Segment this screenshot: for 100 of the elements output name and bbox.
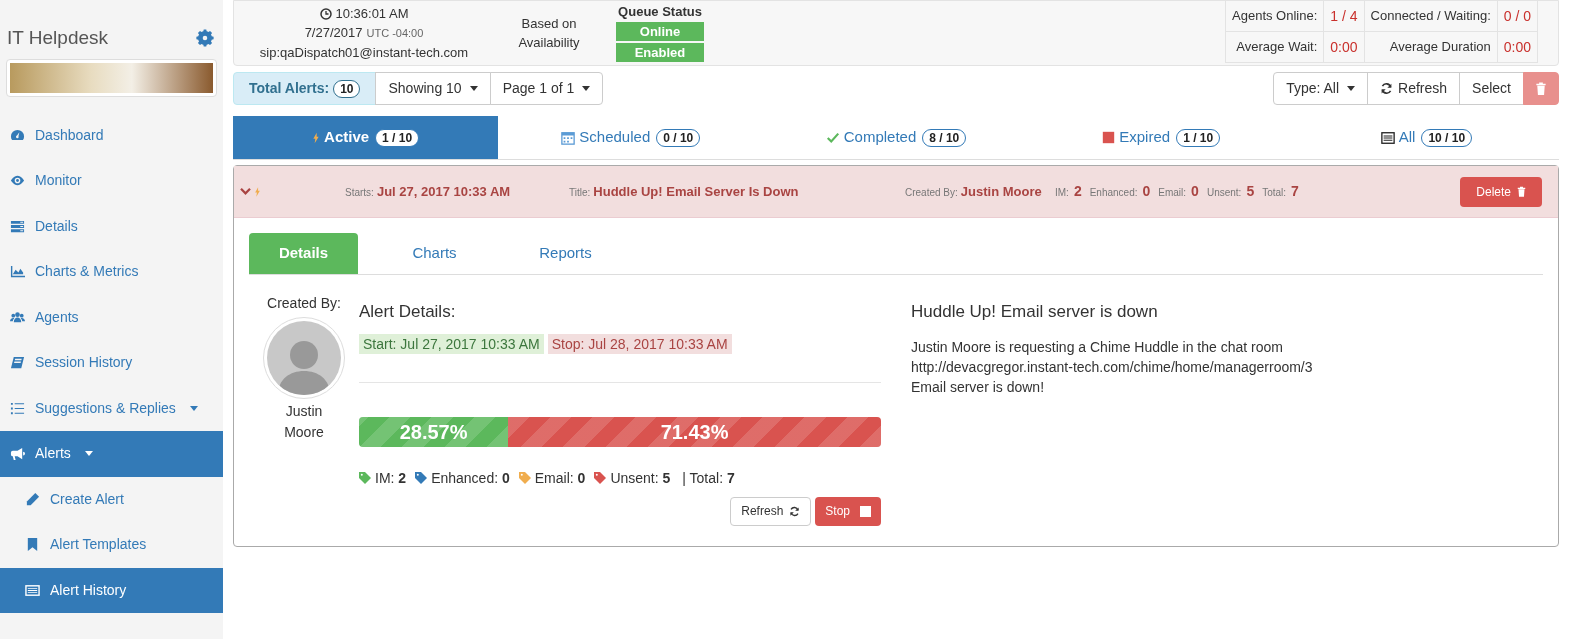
filter-tab[interactable]: Active 1 / 10 xyxy=(233,116,499,159)
list-icon xyxy=(1380,130,1395,145)
settings-icon xyxy=(194,27,216,50)
count-label: Unsent: xyxy=(1206,186,1242,200)
count-value: 0 xyxy=(1191,182,1199,201)
page-size-dropdown[interactable]: Showing 10 xyxy=(375,72,491,105)
legend-text: IM: 2 xyxy=(375,468,407,488)
timezone-text: UTC -04:00 xyxy=(366,26,424,41)
dashboard-icon xyxy=(10,127,25,143)
total-alerts-label: Total Alerts: 10 xyxy=(233,72,377,105)
creator-name: Justin Moore xyxy=(960,182,1042,201)
count-badge: 8 / 10 xyxy=(922,128,967,147)
book-icon xyxy=(10,355,25,371)
square-icon xyxy=(1102,131,1116,144)
message-line: Email server is down! xyxy=(911,377,1046,397)
stat-label: Average Duration xyxy=(1364,32,1498,63)
count-value: 7 xyxy=(1291,182,1299,201)
start-date-label: Starts: xyxy=(345,185,374,200)
progress-segment: 71.43% xyxy=(508,416,881,447)
stat-label: Connected / Waiting: xyxy=(1364,1,1498,32)
megaphone-icon xyxy=(10,446,25,462)
calendar-icon xyxy=(561,130,576,145)
sidebar-item[interactable]: Dashboard xyxy=(0,112,223,158)
count-value: 0 xyxy=(1142,182,1151,201)
creator-name: Justin Moore xyxy=(283,402,325,442)
start-date-label: Start: Jul 27, 2017 10:33 AM xyxy=(359,333,544,354)
filter-tab[interactable]: Completed 8 / 10 xyxy=(763,116,1029,159)
refresh-icon xyxy=(789,505,801,517)
square-icon xyxy=(860,505,871,517)
status-badge: Enabled xyxy=(616,43,704,62)
trash-icon xyxy=(1517,186,1526,197)
sidebar-item[interactable]: Details xyxy=(0,203,223,249)
filter-tab[interactable]: All 10 / 10 xyxy=(1293,116,1559,159)
count-badge: 1 / 10 xyxy=(1176,128,1221,147)
refresh-icon xyxy=(1380,82,1394,95)
table-icon xyxy=(25,582,40,598)
total-text: | Total: 7 xyxy=(682,468,735,488)
stop-button[interactable]: Stop xyxy=(815,496,881,526)
caret-icon xyxy=(1347,86,1356,91)
message-line: Justin Moore is requesting a Chime Huddle in the chat room xyxy=(911,337,1284,357)
count-badge: 1 / 10 xyxy=(375,128,420,147)
legend-text: Enhanced: 0 xyxy=(431,468,510,488)
detail-tab[interactable]: Charts xyxy=(380,233,489,274)
refresh-button[interactable]: Refresh xyxy=(1367,72,1461,105)
refresh-button[interactable]: Refresh xyxy=(730,496,812,526)
users-icon xyxy=(10,309,25,325)
filter-tab[interactable]: Expired 1 / 10 xyxy=(1028,116,1294,159)
date-text: 7/27/2017 xyxy=(304,24,363,42)
sidebar-item[interactable]: Alert History xyxy=(0,567,223,613)
bookmark-icon xyxy=(25,537,40,553)
count-value: 5 xyxy=(1246,182,1255,201)
section-title: Alert Details: xyxy=(359,301,457,323)
count-label: IM: xyxy=(1055,186,1069,200)
message-title: Huddle Up! Email server is down xyxy=(911,301,1159,323)
status-badge: Online xyxy=(616,22,704,41)
bolt-icon xyxy=(312,130,321,145)
count-badge: 0 / 10 xyxy=(656,128,701,147)
sidebar-item[interactable]: Session History xyxy=(0,340,223,386)
caret-icon xyxy=(582,86,591,91)
count-label: Total: xyxy=(1262,186,1287,200)
alert-title: Huddle Up! Email Server Is Down xyxy=(593,182,799,201)
stat-value: 0 / 0 xyxy=(1497,1,1538,32)
count-badge: 10 xyxy=(333,79,361,98)
detail-tab[interactable]: Details xyxy=(249,233,358,274)
pencil-icon xyxy=(25,491,40,507)
stat-label: Agents Online: xyxy=(1226,1,1325,32)
stat-value: 1 / 4 xyxy=(1324,1,1365,32)
count-label: Enhanced: xyxy=(1089,186,1138,200)
sip-address: sip:qaDispatch01@instant-tech.com xyxy=(259,44,469,62)
app-title: IT Helpdesk xyxy=(7,26,109,50)
trash-icon xyxy=(1535,82,1547,95)
page-dropdown[interactable]: Page 1 of 1 xyxy=(489,72,604,105)
alert-title-label: Title: xyxy=(569,185,591,200)
sidebar-item[interactable]: Create Alert xyxy=(0,476,223,522)
legend-text: Email: 0 xyxy=(534,468,586,488)
stat-label: Average Wait: xyxy=(1226,32,1325,63)
filter-tab[interactable]: Scheduled 0 / 10 xyxy=(498,116,764,159)
routing-text: Based on Availability xyxy=(517,15,581,52)
count-badge: 10 / 10 xyxy=(1421,128,1473,147)
time-text: 10:36:01 AM xyxy=(335,5,409,23)
stat-value: 0:00 xyxy=(1497,32,1538,63)
creator-name-label: Created By: xyxy=(905,185,958,200)
start-date: Jul 27, 2017 10:33 AM xyxy=(376,182,511,201)
check-icon xyxy=(825,130,840,145)
message-line: http://devacgregor.instant-tech.com/chime/home/managerroom/3 xyxy=(911,357,1314,377)
list-icon xyxy=(10,218,25,234)
stop-date-label: Stop: Jul 28, 2017 10:33 AM xyxy=(547,333,732,354)
delete-button[interactable]: Delete xyxy=(1460,176,1542,207)
detail-tab[interactable]: Reports xyxy=(511,233,620,274)
sidebar-item[interactable]: Agents xyxy=(0,294,223,340)
select-button[interactable]: Select xyxy=(1459,72,1524,105)
sidebar-item[interactable]: Monitor xyxy=(0,158,223,204)
sidebar-item[interactable]: Alerts xyxy=(0,431,223,477)
sidebar-item[interactable]: Alert Templates xyxy=(0,522,223,568)
legend-text: Unsent: 5 xyxy=(610,468,671,488)
progress-segment: 28.57% xyxy=(359,416,509,447)
sidebar-item[interactable]: Charts & Metrics xyxy=(0,249,223,295)
sidebar-item[interactable]: Suggestions & Replies xyxy=(0,385,223,431)
bolt-icon xyxy=(254,185,261,198)
type-filter-dropdown[interactable]: Type: All xyxy=(1273,72,1369,105)
